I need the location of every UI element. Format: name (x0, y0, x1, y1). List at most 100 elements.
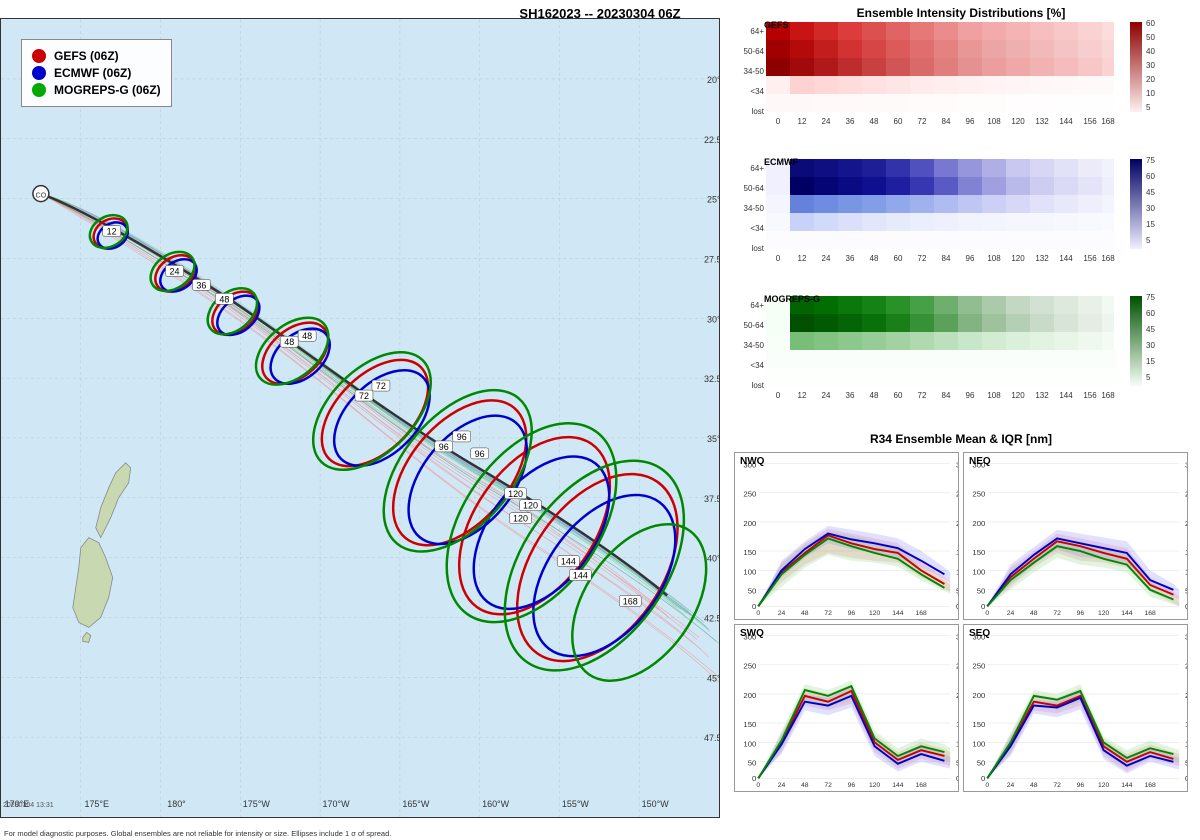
svg-text:5: 5 (1146, 373, 1151, 382)
svg-text:150: 150 (743, 720, 756, 729)
heatmap-mogreps: 64+ 50-64 34-50 <34 lost (732, 292, 1128, 407)
svg-text:24: 24 (1007, 782, 1015, 789)
svg-text:150: 150 (956, 548, 958, 557)
svg-text:48: 48 (870, 391, 879, 400)
quad-svg-nwq: 300 250 200 150 100 50 0 300 250 200 150… (735, 453, 958, 619)
svg-text:50: 50 (748, 759, 757, 768)
quad-label-swq: SWQ (740, 628, 764, 639)
quad-chart-neq: NEQ 300 250 200 150 100 50 0 300 250 200… (963, 452, 1188, 620)
svg-text:48: 48 (284, 337, 294, 347)
svg-text:250: 250 (743, 662, 756, 671)
svg-text:100: 100 (743, 567, 756, 576)
svg-text:200: 200 (743, 519, 756, 528)
quad-label-seq: SEQ (969, 628, 990, 639)
svg-text:84: 84 (942, 117, 951, 126)
svg-text:120: 120 (508, 489, 523, 499)
svg-text:72: 72 (918, 391, 927, 400)
svg-text:132: 132 (1035, 391, 1049, 400)
svg-text:72: 72 (359, 391, 369, 401)
svg-text:150: 150 (972, 548, 985, 557)
svg-text:250: 250 (972, 662, 985, 671)
svg-text:200: 200 (956, 691, 958, 700)
svg-text:100: 100 (972, 567, 985, 576)
svg-text:100: 100 (1185, 567, 1187, 576)
svg-text:<34: <34 (750, 361, 764, 370)
svg-text:144: 144 (561, 557, 576, 567)
svg-text:180°: 180° (167, 799, 186, 809)
svg-text:150: 150 (956, 720, 958, 729)
svg-text:<34: <34 (750, 224, 764, 233)
svg-text:36: 36 (196, 280, 206, 290)
svg-text:20: 20 (1146, 75, 1155, 84)
svg-text:0: 0 (756, 782, 760, 789)
svg-text:144: 144 (892, 782, 904, 789)
svg-text:132: 132 (1035, 254, 1049, 263)
svg-text:168: 168 (623, 596, 638, 606)
svg-text:50: 50 (748, 587, 757, 596)
svg-text:250: 250 (1185, 490, 1187, 499)
svg-text:10: 10 (1146, 89, 1155, 98)
svg-text:34-50: 34-50 (744, 341, 765, 350)
svg-text:36: 36 (846, 254, 855, 263)
svg-text:37.5°S: 37.5°S (704, 494, 719, 504)
svg-text:156: 156 (1083, 391, 1097, 400)
svg-text:168: 168 (1145, 782, 1157, 789)
svg-text:36: 36 (846, 391, 855, 400)
svg-text:200: 200 (972, 519, 985, 528)
svg-text:45: 45 (1146, 188, 1155, 197)
svg-text:0: 0 (956, 602, 958, 611)
svg-text:100: 100 (743, 739, 756, 748)
svg-text:45: 45 (1146, 325, 1155, 334)
svg-text:50: 50 (956, 759, 958, 768)
svg-text:0: 0 (1185, 774, 1187, 783)
svg-text:36: 36 (846, 117, 855, 126)
svg-text:96: 96 (966, 254, 975, 263)
svg-text:5: 5 (1146, 103, 1151, 112)
svg-text:0: 0 (985, 610, 989, 617)
svg-text:150: 150 (743, 548, 756, 557)
svg-text:84: 84 (942, 254, 951, 263)
legend-dot-mogreps (32, 83, 46, 97)
svg-text:CO: CO (36, 193, 47, 200)
svg-text:170°W: 170°W (323, 799, 351, 809)
svg-text:168: 168 (1101, 254, 1115, 263)
svg-text:150: 150 (1185, 548, 1187, 557)
svg-text:96: 96 (966, 391, 975, 400)
svg-text:0: 0 (756, 610, 760, 617)
legend-box: GEFS (06Z) ECMWF (06Z) MOGREPS-G (06Z) (21, 39, 172, 107)
svg-text:lost: lost (752, 107, 765, 116)
svg-text:165°W: 165°W (402, 799, 430, 809)
svg-text:72: 72 (376, 381, 386, 391)
svg-text:34-50: 34-50 (744, 67, 765, 76)
footer-text: For model diagnostic purposes. Global en… (0, 827, 1200, 840)
svg-text:50-64: 50-64 (744, 184, 765, 193)
heatmap-ecmwf: 64+ 50-64 34-50 <34 lost (732, 155, 1128, 265)
svg-text:24: 24 (1007, 610, 1015, 617)
quad-svg-seq: 300 250 200 150 100 50 0 300 250 200 150… (964, 625, 1187, 791)
svg-text:48: 48 (302, 331, 312, 341)
svg-text:168: 168 (1101, 117, 1115, 126)
svg-text:22.5°S: 22.5°S (704, 135, 719, 145)
svg-text:48: 48 (219, 294, 229, 304)
svg-text:60: 60 (894, 391, 903, 400)
svg-text:50: 50 (1185, 587, 1187, 596)
svg-text:108: 108 (987, 254, 1001, 263)
heatmap-label-ecmwf: ECMWF (764, 157, 798, 167)
heatmap-label-mogreps: MOGREPS-G (764, 294, 820, 304)
legend-label-gefs: GEFS (06Z) (54, 49, 119, 63)
svg-text:300: 300 (1185, 461, 1187, 470)
svg-text:0: 0 (1185, 602, 1187, 611)
svg-text:12: 12 (798, 254, 807, 263)
svg-text:24: 24 (778, 610, 786, 617)
svg-text:132: 132 (1035, 117, 1049, 126)
svg-text:5: 5 (1146, 236, 1151, 245)
svg-text:84: 84 (942, 391, 951, 400)
svg-text:50: 50 (977, 759, 986, 768)
r34-title: R34 Ensemble Mean & IQR [nm] (722, 432, 1200, 446)
svg-text:50: 50 (1185, 759, 1187, 768)
quad-svg-swq: 300 250 200 150 100 50 0 300 250 200 150… (735, 625, 958, 791)
svg-text:48: 48 (870, 117, 879, 126)
svg-text:27.5°S: 27.5°S (704, 254, 719, 264)
svg-text:150°W: 150°W (642, 799, 670, 809)
svg-text:24: 24 (778, 782, 786, 789)
